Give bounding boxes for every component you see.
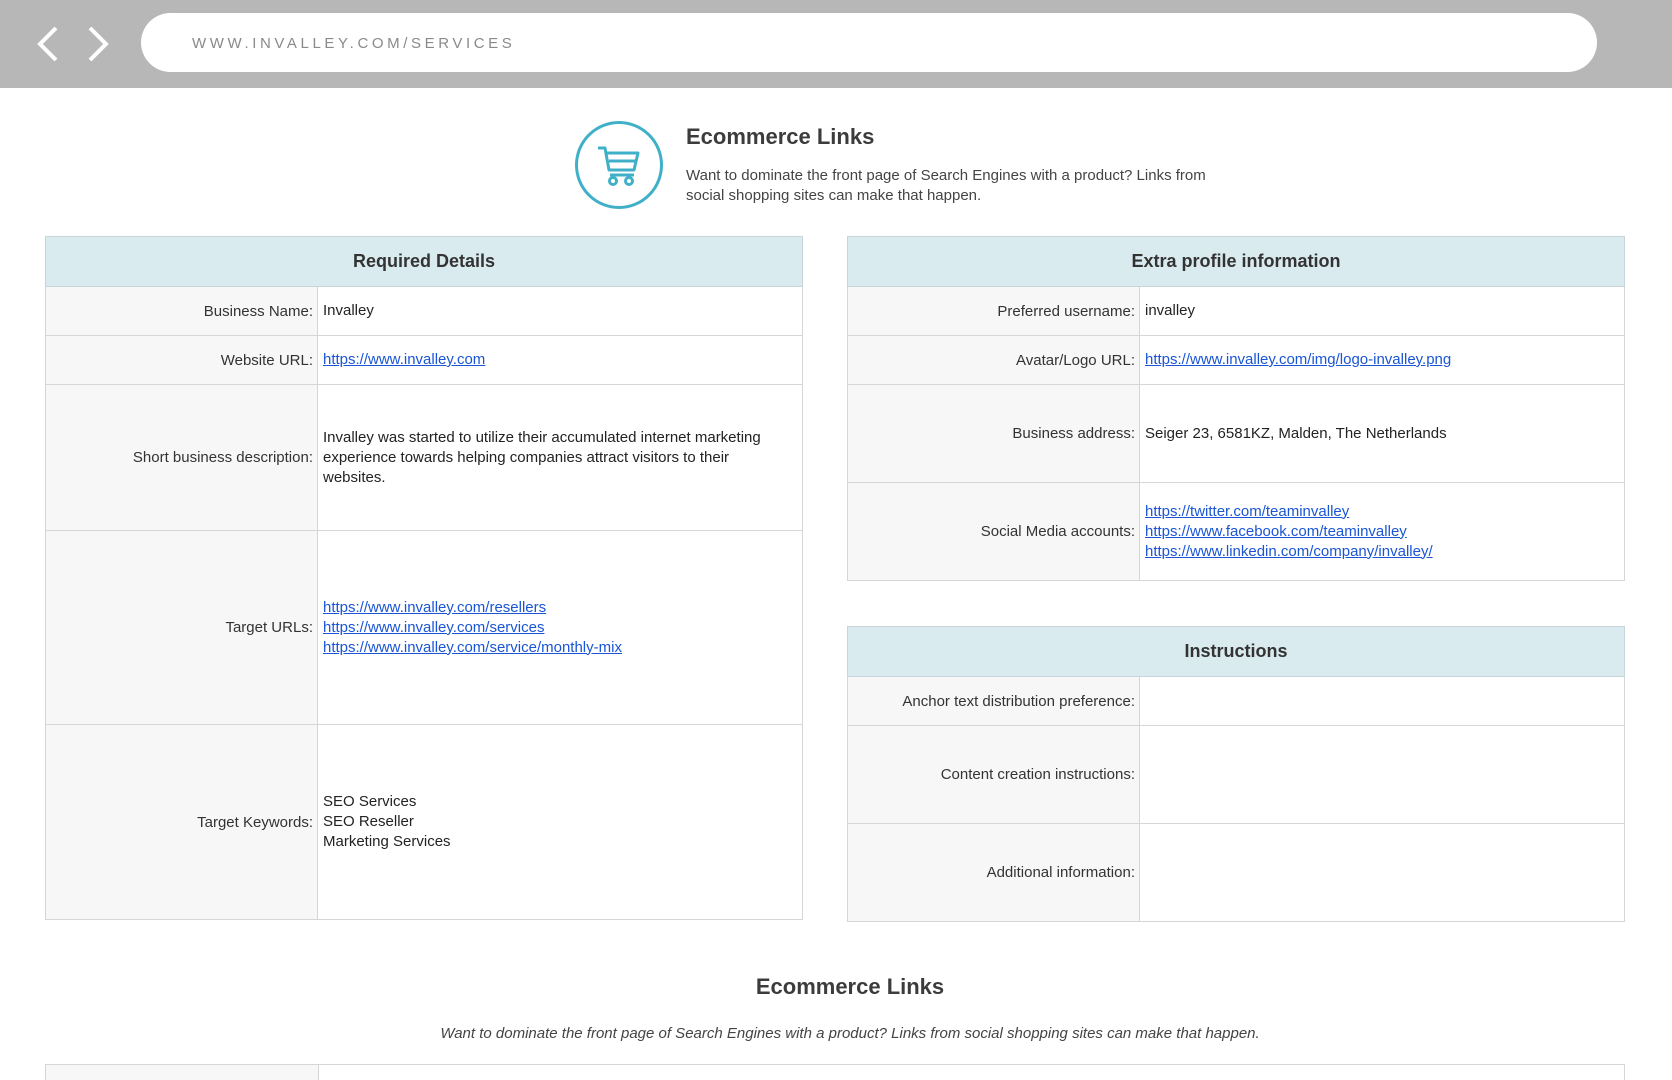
required-details-table: Required Details Business Name: Invalley…: [45, 236, 803, 920]
business-name-value: Invalley: [317, 286, 803, 336]
table-row: Preferred username: invalley: [847, 286, 1625, 336]
extra-profile-heading: Extra profile information: [847, 236, 1625, 287]
content-instructions-value[interactable]: [1139, 725, 1625, 824]
section-subtitle: Want to dominate the front page of Searc…: [440, 1025, 1260, 1042]
target-urls-label: Target URLs:: [45, 530, 318, 725]
username-label: Preferred username:: [847, 286, 1140, 336]
address-bar[interactable]: WWW.INVALLEY.COM/SERVICES: [141, 13, 1597, 72]
target-keyword: SEO Reseller: [323, 813, 414, 830]
table-row: Anchor text distribution preference:: [847, 676, 1625, 726]
instructions-table: Instructions Anchor text distribution pr…: [847, 626, 1625, 922]
table-row: Additional information:: [847, 823, 1625, 922]
required-details-heading: Required Details: [45, 236, 803, 287]
browser-toolbar: WWW.INVALLEY.COM/SERVICES: [0, 0, 1672, 88]
anchor-text-value[interactable]: [1139, 676, 1625, 726]
extra-profile-table: Extra profile information Preferred user…: [847, 236, 1625, 581]
page-description: Want to dominate the front page of Searc…: [686, 167, 1206, 204]
table-row: Content creation instructions:: [847, 725, 1625, 824]
website-url-link[interactable]: https://www.invalley.com: [323, 350, 792, 370]
table-row: Business address: Seiger 23, 6581KZ, Mal…: [847, 384, 1625, 483]
website-url-label: Website URL:: [45, 335, 318, 385]
table-row: [45, 1064, 1625, 1080]
content-instructions-label: Content creation instructions:: [847, 725, 1140, 824]
value-cell: [319, 1065, 1624, 1080]
social-media-label: Social Media accounts:: [847, 482, 1140, 581]
page-title: Ecommerce Links: [686, 124, 875, 149]
target-url-link[interactable]: https://www.invalley.com/resellers: [323, 598, 792, 618]
table-row: Business Name: Invalley: [45, 286, 803, 336]
table-row: Target URLs: https://www.invalley.com/re…: [45, 530, 803, 725]
table-row: Short business description: Invalley was…: [45, 384, 803, 531]
social-media-link[interactable]: https://twitter.com/teaminvalley: [1145, 502, 1614, 522]
address-text: WWW.INVALLEY.COM/SERVICES: [192, 35, 516, 52]
business-address-value: Seiger 23, 6581KZ, Malden, The Netherlan…: [1139, 384, 1625, 483]
avatar-url-link[interactable]: https://www.invalley.com/img/logo-invall…: [1145, 350, 1614, 370]
table-row: Avatar/Logo URL: https://www.invalley.co…: [847, 335, 1625, 385]
section-title: Ecommerce Links: [755, 974, 945, 999]
additional-info-label: Additional information:: [847, 823, 1140, 922]
chevron-left-icon[interactable]: [32, 22, 64, 66]
username-value: invalley: [1139, 286, 1625, 336]
instructions-heading: Instructions: [847, 626, 1625, 677]
table-row: Target Keywords: SEO Services SEO Resell…: [45, 724, 803, 920]
chevron-right-icon[interactable]: [82, 22, 114, 66]
target-url-link[interactable]: https://www.invalley.com/services: [323, 618, 792, 638]
table-row: Social Media accounts: https://twitter.c…: [847, 482, 1625, 581]
table-row: Website URL: https://www.invalley.com: [45, 335, 803, 385]
business-address-label: Business address:: [847, 384, 1140, 483]
target-url-link[interactable]: https://www.invalley.com/service/monthly…: [323, 638, 792, 658]
additional-info-value[interactable]: [1139, 823, 1625, 922]
target-keyword: Marketing Services: [323, 833, 451, 850]
business-name-label: Business Name:: [45, 286, 318, 336]
social-media-link[interactable]: https://www.facebook.com/teaminvalley: [1145, 522, 1614, 542]
short-description-value: Invalley was started to utilize their ac…: [317, 384, 803, 531]
target-keywords-label: Target Keywords:: [45, 724, 318, 920]
avatar-url-label: Avatar/Logo URL:: [847, 335, 1140, 385]
target-keyword: SEO Services: [323, 793, 417, 810]
social-media-link[interactable]: https://www.linkedin.com/company/invalle…: [1145, 542, 1614, 562]
short-description-label: Short business description:: [45, 384, 318, 531]
anchor-text-label: Anchor text distribution preference:: [847, 676, 1140, 726]
shopping-cart-icon: [575, 121, 663, 209]
